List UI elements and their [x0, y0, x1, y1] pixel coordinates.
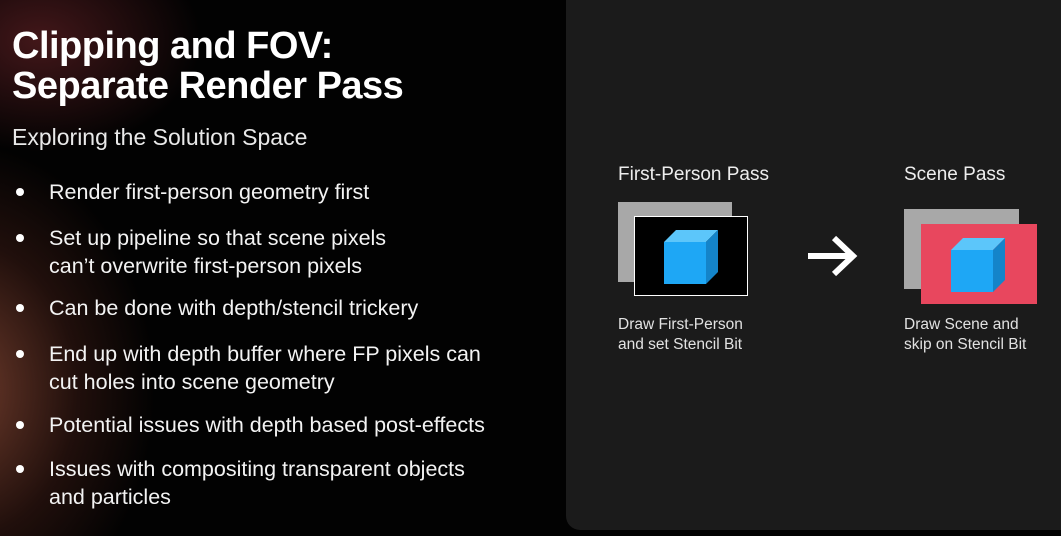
caption-line: Draw First-Person: [618, 316, 743, 333]
cube-front-face: [951, 250, 993, 292]
bullet-line: Render first-person geometry first: [49, 180, 370, 204]
bullet-line: cut holes into scene geometry: [49, 370, 335, 394]
bullet-line: Can be done with depth/stencil trickery: [49, 296, 419, 320]
bullet-line: Issues with compositing transparent obje…: [49, 457, 465, 481]
scene-pass-label: Scene Pass: [904, 164, 1006, 185]
bullet-dot-icon: [16, 304, 24, 312]
bullet-dot-icon: [16, 350, 24, 358]
caption-line: skip on Stencil Bit: [904, 336, 1027, 353]
cube-front-face: [664, 242, 706, 284]
first-person-pass-label: First-Person Pass: [618, 164, 769, 185]
slide-title: Clipping and FOV: Separate Render Pass: [12, 25, 404, 107]
bullet-dot-icon: [16, 188, 24, 196]
cube-icon: [951, 238, 1005, 292]
caption-line: and set Stencil Bit: [618, 336, 743, 353]
scene-caption: Draw Scene and skip on Stencil Bit: [904, 315, 1026, 355]
bullet-dot-icon: [16, 234, 24, 242]
bullet-line: End up with depth buffer where FP pixels…: [49, 342, 481, 366]
first-person-caption: Draw First-Person and set Stencil Bit: [618, 315, 743, 355]
title-line-2: Separate Render Pass: [12, 65, 404, 107]
caption-line: Draw Scene and: [904, 316, 1019, 333]
title-line-1: Clipping and FOV:: [12, 25, 333, 67]
bullet-dot-icon: [16, 421, 24, 429]
arrow-right-icon: [808, 235, 858, 277]
bullet-dot-icon: [16, 465, 24, 473]
bullet-line: can’t overwrite first-person pixels: [49, 254, 363, 278]
bullet-line: Set up pipeline so that scene pixels: [49, 226, 387, 250]
bullet-line: and particles: [49, 485, 171, 509]
bullet-line: Potential issues with depth based post-e…: [49, 413, 485, 437]
slide-subtitle: Exploring the Solution Space: [12, 124, 308, 150]
cube-icon: [664, 230, 718, 284]
